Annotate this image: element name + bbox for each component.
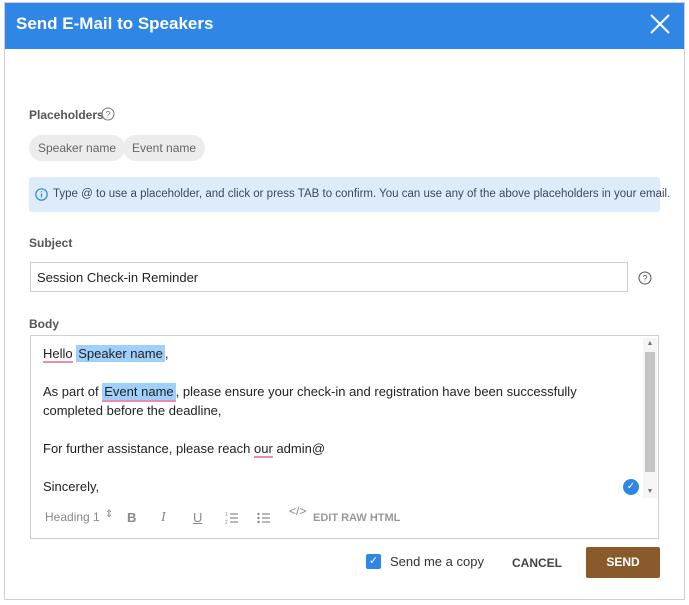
- assistance-spell: our: [254, 441, 273, 458]
- svg-text:2: 2: [225, 520, 228, 525]
- bullet-list-icon[interactable]: [257, 511, 271, 525]
- placeholder-chip-event-name[interactable]: Event name: [123, 135, 206, 161]
- svg-text:1: 1: [225, 512, 228, 518]
- body-line-main: As part of Event name, please ensure you…: [43, 382, 638, 420]
- editor-scrollbar[interactable]: ▲ ▼: [643, 338, 657, 498]
- scroll-down-icon[interactable]: ▼: [643, 486, 657, 498]
- greeting-suffix: ,: [164, 346, 169, 361]
- heading-select[interactable]: Heading 1: [45, 510, 100, 524]
- edit-raw-html-button[interactable]: EDIT RAW HTML: [313, 512, 400, 524]
- send-copy-checkbox[interactable]: ✓: [366, 554, 381, 569]
- subject-help-icon[interactable]: ?: [638, 271, 652, 285]
- send-email-dialog: Send E-Mail to Speakers Placeholders ? S…: [4, 2, 685, 600]
- body-line-assistance: For further assistance, please reach our…: [43, 439, 638, 458]
- body-line-signoff: Sincerely,: [43, 479, 100, 494]
- code-icon[interactable]: </>: [289, 504, 306, 518]
- grammar-check-icon[interactable]: ✓: [623, 479, 639, 495]
- send-copy-label[interactable]: Send me a copy: [390, 554, 484, 569]
- inline-placeholder-event-name[interactable]: Event name: [102, 383, 176, 402]
- assistance-prefix: For further assistance, please reach: [43, 441, 251, 456]
- close-icon[interactable]: [648, 12, 672, 36]
- dialog-title: Send E-Mail to Speakers: [16, 14, 214, 33]
- svg-text:?: ?: [105, 110, 110, 120]
- body-line-greeting: Hello Speaker name,: [43, 344, 638, 363]
- scroll-up-icon[interactable]: ▲: [643, 338, 657, 350]
- placeholder-chip-speaker-name[interactable]: Speaker name: [29, 135, 126, 161]
- editor-content[interactable]: Hello Speaker name, As part of Event nam…: [43, 344, 638, 496]
- info-text: Type @ to use a placeholder, and click o…: [53, 188, 671, 200]
- send-button[interactable]: SEND: [586, 547, 660, 578]
- underline-button[interactable]: U: [193, 510, 202, 525]
- main-prefix: As part of: [43, 384, 99, 399]
- bold-button[interactable]: B: [127, 510, 136, 525]
- editor-toolbar: Heading 1 ⇕ B I U 1 2 </> EDIT RAW HTML: [43, 504, 643, 528]
- inline-placeholder-speaker-name[interactable]: Speaker name: [76, 345, 165, 362]
- assistance-suffix: admin@: [276, 441, 326, 456]
- svg-text:?: ?: [642, 274, 647, 284]
- info-banner: Type @ to use a placeholder, and click o…: [29, 177, 670, 212]
- cancel-button[interactable]: CANCEL: [502, 549, 572, 577]
- subject-label: Subject: [29, 236, 73, 250]
- scroll-thumb[interactable]: [645, 352, 655, 472]
- dialog-header: Send E-Mail to Speakers: [5, 3, 684, 49]
- help-icon[interactable]: ?: [101, 107, 115, 121]
- body-editor[interactable]: Hello Speaker name, As part of Event nam…: [30, 335, 659, 539]
- placeholders-label: Placeholders: [29, 108, 104, 122]
- subject-input[interactable]: [30, 262, 628, 292]
- ordered-list-icon[interactable]: 1 2: [225, 511, 239, 525]
- heading-select-arrow-icon[interactable]: ⇕: [105, 509, 113, 520]
- italic-button[interactable]: I: [161, 510, 166, 526]
- info-icon: [35, 188, 48, 201]
- greeting-text: Hello: [43, 346, 73, 363]
- body-label: Body: [29, 317, 59, 331]
